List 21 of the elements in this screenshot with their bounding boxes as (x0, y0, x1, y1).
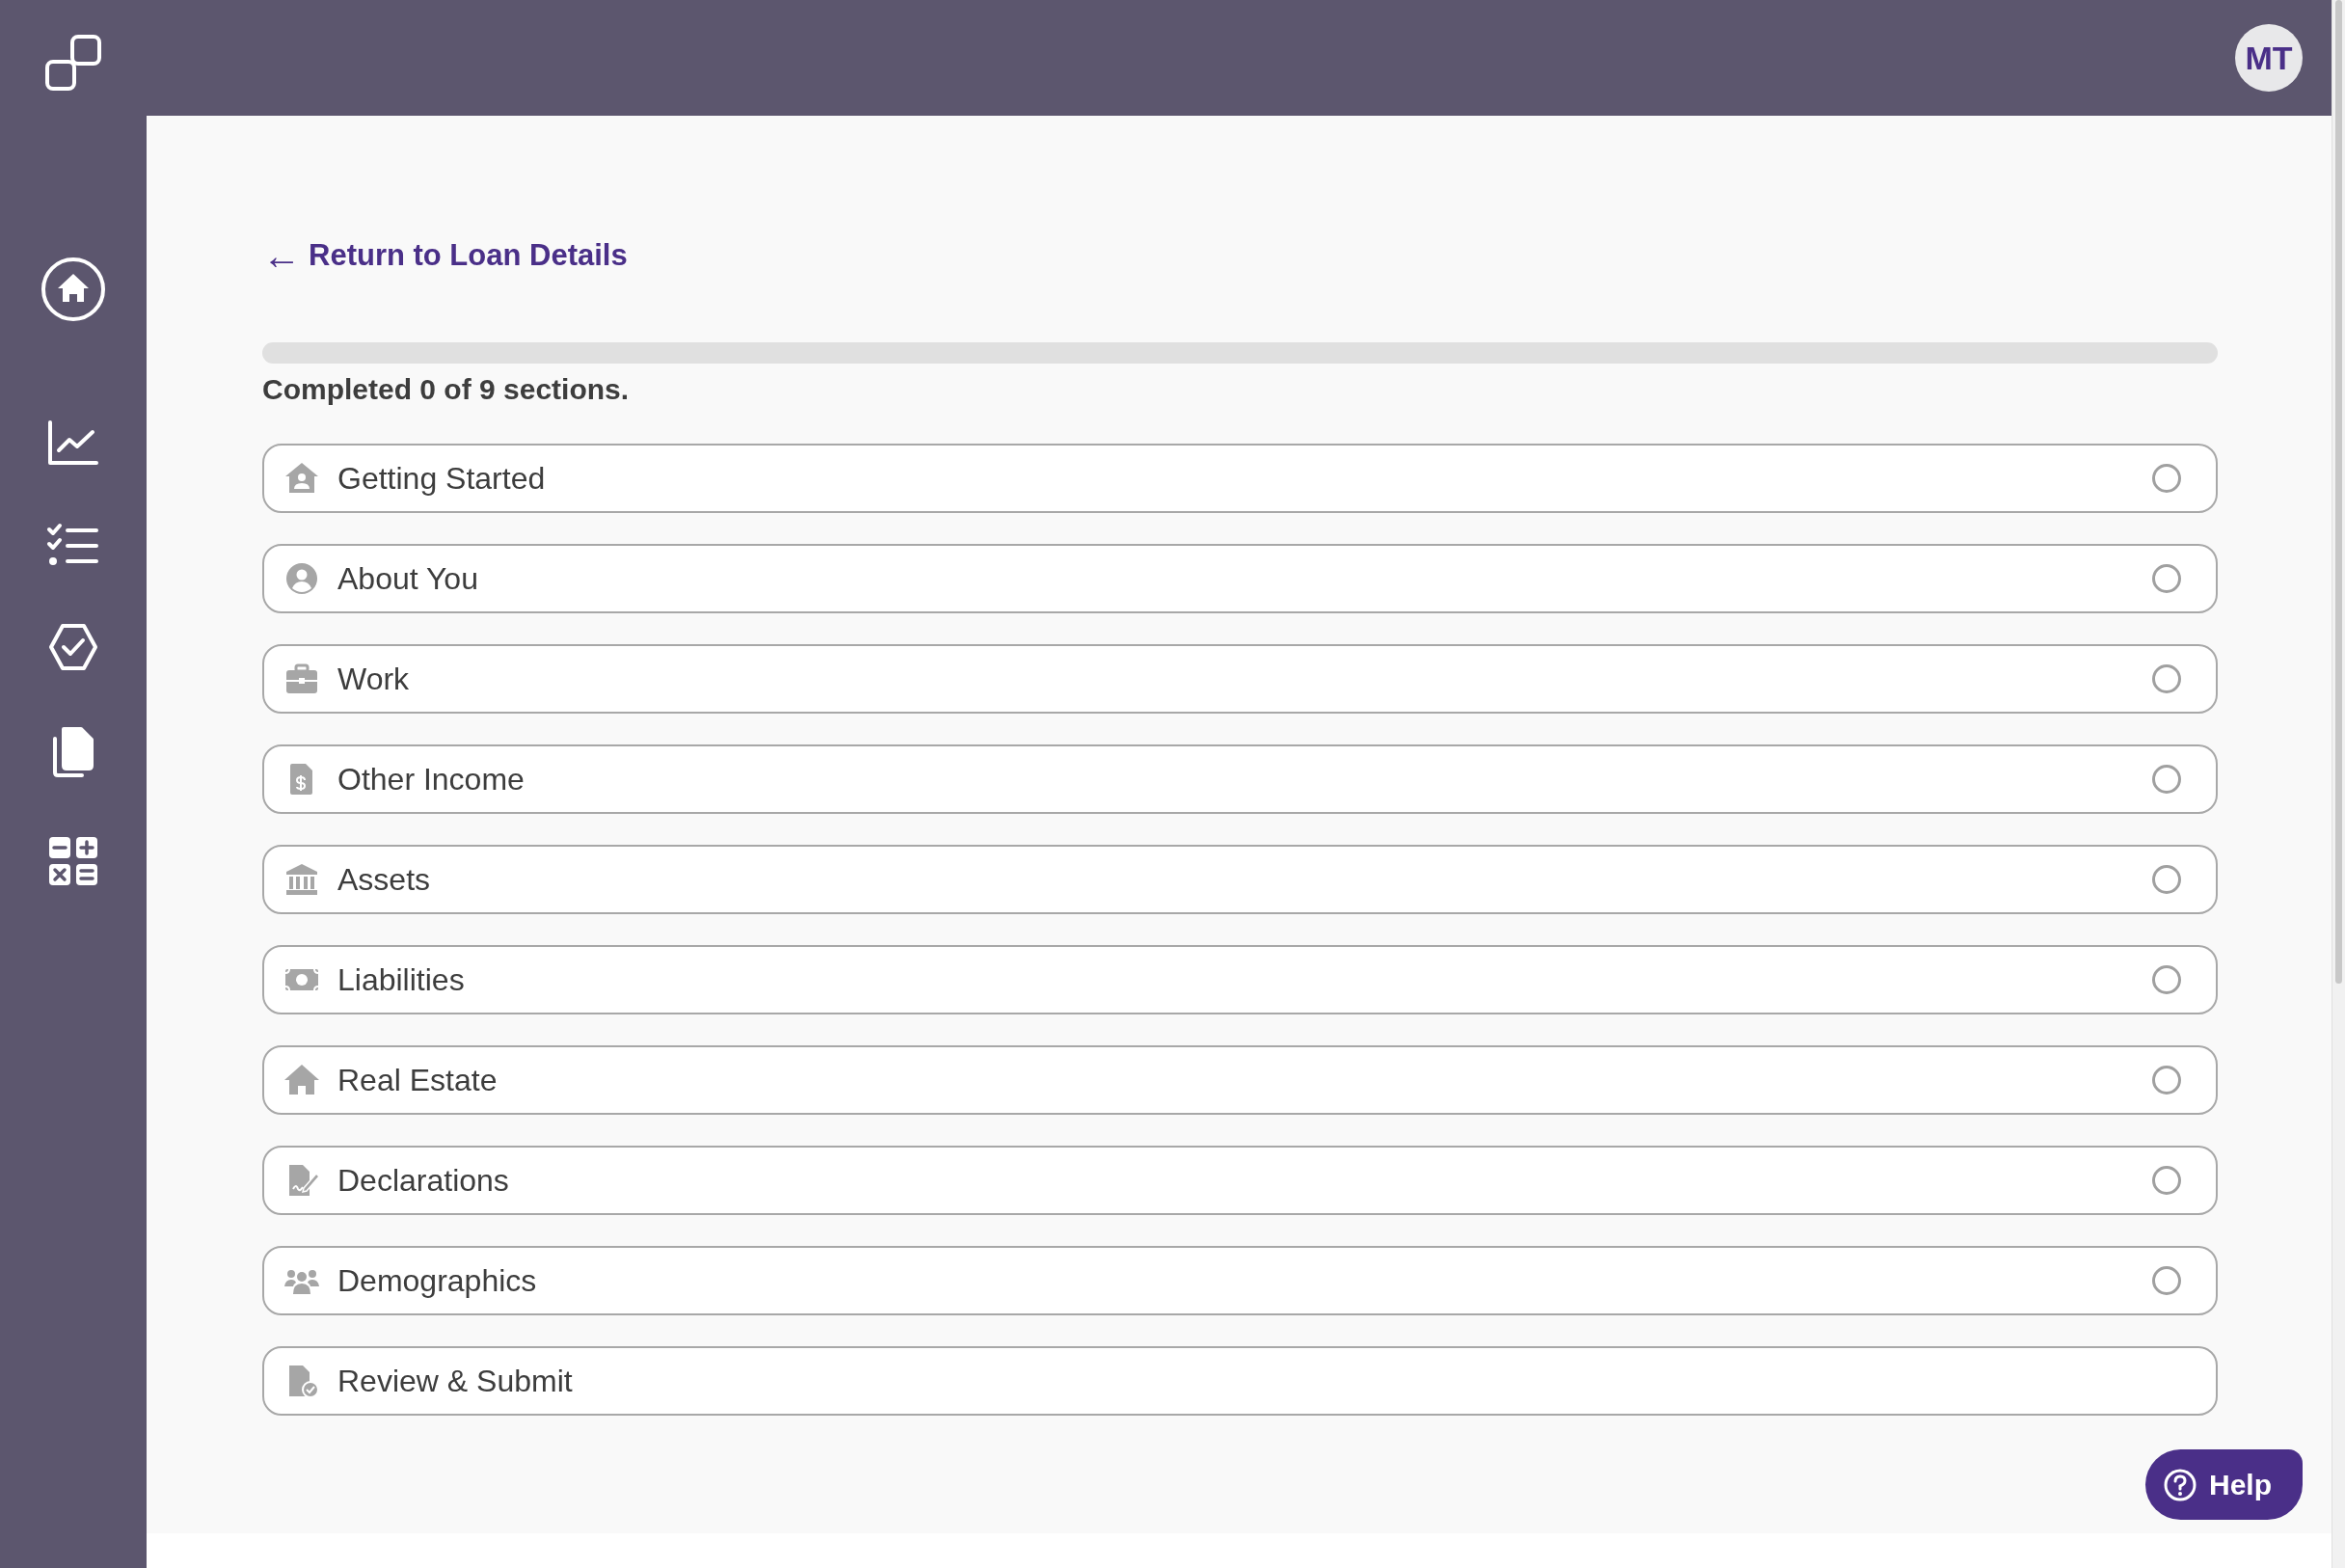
section-item[interactable]: Review & Submit (262, 1345, 2218, 1416)
section-item[interactable]: Assets (262, 844, 2218, 914)
home-icon[interactable] (40, 257, 106, 322)
section-item[interactable]: Other Income (262, 743, 2218, 814)
return-link[interactable]: ← Return to Loan Details (262, 233, 628, 279)
calculator-icon[interactable] (47, 835, 99, 887)
section-item[interactable]: Demographics (262, 1245, 2218, 1315)
logo-icon[interactable] (43, 33, 103, 93)
section-item[interactable]: Liabilities (262, 944, 2218, 1014)
help-button[interactable]: Help (2145, 1449, 2303, 1520)
progress-summary: Completed 0 of 9 sections. (262, 371, 631, 407)
user-avatar[interactable]: MT (2235, 24, 2303, 92)
section-item[interactable]: Getting Started (262, 443, 2218, 513)
chart-icon[interactable] (46, 419, 100, 467)
checklist-icon[interactable] (46, 523, 100, 567)
section-item[interactable]: About You (262, 543, 2218, 613)
section-item[interactable]: Declarations (262, 1145, 2218, 1215)
help-icon (2163, 1467, 2197, 1502)
hexagon-check-icon[interactable] (48, 623, 98, 671)
section-item[interactable]: Real Estate (262, 1044, 2218, 1115)
section-item[interactable]: Work (262, 643, 2218, 714)
